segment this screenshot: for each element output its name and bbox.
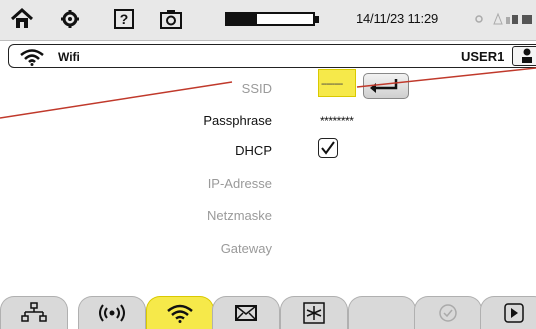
tab-bar xyxy=(0,296,536,329)
tab-wifi[interactable] xyxy=(146,296,214,329)
wireless-signal-icon xyxy=(99,304,125,322)
tab-ethernet[interactable] xyxy=(0,296,68,329)
ethernet-icon xyxy=(21,302,47,322)
wifi-icon xyxy=(167,304,193,323)
annotation-line-left xyxy=(0,81,233,119)
mail-icon xyxy=(235,305,257,321)
tab-wireless[interactable] xyxy=(78,296,146,329)
tab-network[interactable] xyxy=(280,296,348,329)
annotation-lines xyxy=(0,67,536,119)
play-icon xyxy=(504,303,524,323)
tab-blank xyxy=(348,296,416,329)
tab-mail[interactable] xyxy=(212,296,280,329)
tab-check[interactable] xyxy=(414,296,482,329)
tab-play[interactable] xyxy=(480,296,536,329)
check-circle-icon xyxy=(439,304,457,322)
annotation-line-right xyxy=(356,67,536,88)
network-star-icon xyxy=(303,302,325,324)
